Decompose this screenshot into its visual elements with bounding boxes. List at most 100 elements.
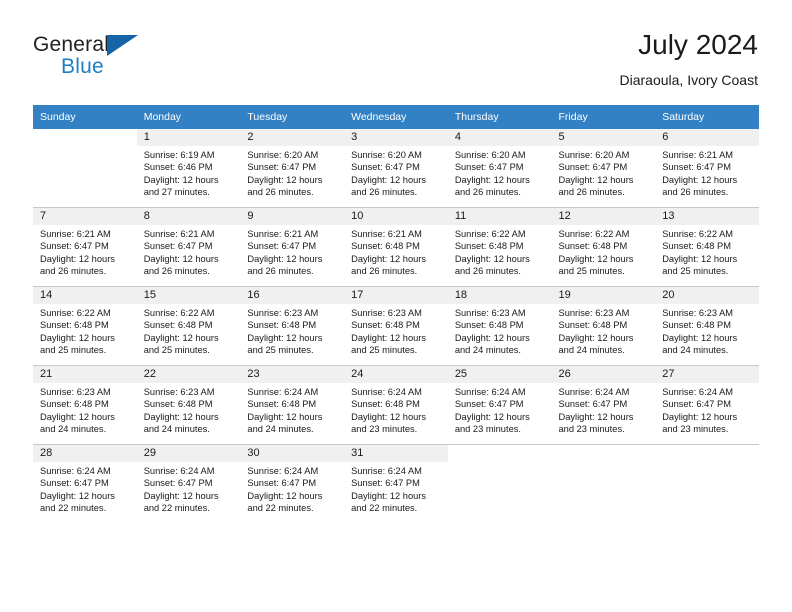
weekday-header-tuesday: Tuesday	[240, 105, 345, 129]
day-cell[interactable]: 3 Sunrise: 6:20 AM Sunset: 6:47 PM Daylight…	[344, 129, 448, 207]
day-cell[interactable]: 23 Sunrise: 6:24 AM Sunset: 6:48 PM Dayligh…	[240, 366, 345, 444]
daylight-text-line2: and 24 minutes.	[558, 345, 625, 356]
day-info: Sunrise: 6:23 AM Sunset: 6:48 PM Daylight:…	[552, 304, 656, 357]
daylight-text-line1: Daylight: 12 hours	[40, 411, 115, 422]
day-cell[interactable]: 11 Sunrise: 6:22 AM Sunset: 6:48 PM Dayligh…	[447, 208, 552, 286]
day-cell[interactable]: 5 Sunrise: 6:20 AM Sunset: 6:47 PM Daylight…	[551, 129, 656, 207]
day-cell[interactable]: 7 Sunrise: 6:21 AM Sunset: 6:47 PM Daylight…	[33, 208, 137, 286]
day-cell[interactable]: 31 Sunrise: 6:24 AM Sunset: 6:47 PM Dayligh…	[344, 445, 448, 523]
day-cell[interactable]: 30 Sunrise: 6:24 AM Sunset: 6:47 PM Dayligh…	[240, 445, 345, 523]
calendar-cell: 18 Sunrise: 6:23 AM Sunset: 6:48 PM Dayligh…	[447, 287, 552, 366]
sunset-text: Sunset: 6:47 PM	[143, 241, 213, 252]
calendar-cell: 4 Sunrise: 6:20 AM Sunset: 6:47 PM Daylight…	[447, 129, 552, 208]
daylight-text-line2: and 23 minutes.	[454, 424, 521, 435]
daylight-text-line1: Daylight: 12 hours	[247, 174, 323, 185]
daylight-text-line2: and 25 minutes.	[143, 345, 210, 356]
day-number: 1	[136, 129, 241, 146]
weekday-header-friday: Friday	[551, 105, 656, 129]
sunrise-text: Sunrise: 6:23 AM	[558, 308, 630, 318]
day-cell[interactable]: 9 Sunrise: 6:21 AM Sunset: 6:47 PM Daylight…	[240, 208, 345, 286]
calendar-week-row: 7 Sunrise: 6:21 AM Sunset: 6:47 PM Daylight…	[33, 207, 759, 287]
day-info: Sunrise: 6:23 AM Sunset: 6:48 PM Daylight:…	[344, 304, 448, 357]
day-cell[interactable]: 16 Sunrise: 6:23 AM Sunset: 6:48 PM Dayligh…	[240, 287, 345, 365]
day-cell[interactable]: 8 Sunrise: 6:21 AM Sunset: 6:47 PM Daylight…	[136, 208, 241, 286]
day-number: 11	[447, 208, 552, 225]
day-cell[interactable]: 28 Sunrise: 6:24 AM Sunset: 6:47 PM Dayligh…	[33, 445, 137, 523]
day-info: Sunrise: 6:24 AM Sunset: 6:47 PM Daylight:…	[552, 383, 656, 436]
calendar-cell: 23 Sunrise: 6:24 AM Sunset: 6:48 PM Dayligh…	[240, 366, 345, 445]
day-info: Sunrise: 6:22 AM Sunset: 6:48 PM Daylight:…	[448, 225, 552, 278]
sunrise-text: Sunrise: 6:20 AM	[351, 150, 422, 160]
day-number: 8	[136, 208, 241, 225]
day-number: 2	[240, 129, 345, 146]
day-cell[interactable]: 17 Sunrise: 6:23 AM Sunset: 6:48 PM Dayligh…	[344, 287, 448, 365]
day-cell[interactable]: 27 Sunrise: 6:24 AM Sunset: 6:47 PM Dayligh…	[655, 366, 759, 444]
day-cell[interactable]: 22 Sunrise: 6:23 AM Sunset: 6:48 PM Dayligh…	[136, 366, 241, 444]
day-cell[interactable]: 13 Sunrise: 6:22 AM Sunset: 6:48 PM Dayligh…	[655, 208, 759, 286]
day-number: 29	[136, 445, 241, 462]
calendar-cell: 12 Sunrise: 6:22 AM Sunset: 6:48 PM Dayligh…	[551, 208, 656, 287]
day-cell[interactable]: 10 Sunrise: 6:21 AM Sunset: 6:48 PM Dayligh…	[344, 208, 448, 286]
day-number: 30	[240, 445, 345, 462]
day-cell[interactable]: 1 Sunrise: 6:19 AM Sunset: 6:46 PM Daylight…	[136, 129, 241, 207]
daylight-text-line2: and 26 minutes.	[351, 266, 418, 277]
day-cell[interactable]: 20 Sunrise: 6:23 AM Sunset: 6:48 PM Dayligh…	[655, 287, 759, 365]
daylight-text-line1: Daylight: 12 hours	[454, 411, 530, 422]
day-cell[interactable]: 24 Sunrise: 6:24 AM Sunset: 6:48 PM Dayligh…	[344, 366, 448, 444]
day-cell[interactable]: 4 Sunrise: 6:20 AM Sunset: 6:47 PM Daylight…	[447, 129, 552, 207]
day-cell[interactable]: 19 Sunrise: 6:23 AM Sunset: 6:48 PM Dayligh…	[551, 287, 656, 365]
sunrise-text: Sunrise: 6:24 AM	[351, 387, 422, 397]
brand-logo[interactable]: General Blue	[33, 28, 293, 86]
day-cell[interactable]: 26 Sunrise: 6:24 AM Sunset: 6:47 PM Dayligh…	[551, 366, 656, 444]
day-cell[interactable]: 15 Sunrise: 6:22 AM Sunset: 6:48 PM Dayligh…	[136, 287, 241, 365]
daylight-text-line1: Daylight: 12 hours	[662, 332, 738, 343]
day-number: 19	[551, 287, 656, 304]
day-cell[interactable]: 2 Sunrise: 6:20 AM Sunset: 6:47 PM Daylight…	[240, 129, 345, 207]
daylight-text-line2: and 26 minutes.	[247, 187, 314, 198]
sunset-text: Sunset: 6:48 PM	[143, 399, 213, 410]
calendar-cell: 9 Sunrise: 6:21 AM Sunset: 6:47 PM Daylight…	[240, 208, 345, 287]
calendar-cell: 28 Sunrise: 6:24 AM Sunset: 6:47 PM Dayligh…	[33, 445, 137, 524]
day-number: 3	[344, 129, 448, 146]
sunrise-text: Sunrise: 6:22 AM	[558, 229, 630, 239]
daylight-text-line2: and 25 minutes.	[558, 266, 625, 277]
sunrise-text: Sunrise: 6:21 AM	[351, 229, 422, 239]
daylight-text-line1: Daylight: 12 hours	[558, 411, 634, 422]
calendar-cell: 8 Sunrise: 6:21 AM Sunset: 6:47 PM Daylight…	[136, 208, 241, 287]
day-info: Sunrise: 6:22 AM Sunset: 6:48 PM Daylight:…	[33, 304, 137, 357]
brand-name-blue: Blue	[61, 55, 104, 78]
day-cell[interactable]: 21 Sunrise: 6:23 AM Sunset: 6:48 PM Dayligh…	[33, 366, 137, 444]
daylight-text-line1: Daylight: 12 hours	[454, 253, 530, 264]
calendar-body: 1 Sunrise: 6:19 AM Sunset: 6:46 PM Daylight…	[33, 129, 759, 523]
calendar-week-row: 14 Sunrise: 6:22 AM Sunset: 6:48 PM Dayligh…	[33, 286, 759, 366]
day-number: 26	[551, 366, 656, 383]
day-info: Sunrise: 6:23 AM Sunset: 6:48 PM Daylight:…	[448, 304, 552, 357]
daylight-text-line2: and 26 minutes.	[143, 266, 210, 277]
daylight-text-line2: and 26 minutes.	[40, 266, 107, 277]
day-info: Sunrise: 6:20 AM Sunset: 6:47 PM Daylight:…	[240, 146, 344, 199]
sunset-text: Sunset: 6:48 PM	[247, 399, 317, 410]
daylight-text-line2: and 25 minutes.	[40, 345, 107, 356]
daylight-text-line2: and 24 minutes.	[247, 424, 314, 435]
day-cell[interactable]: 14 Sunrise: 6:22 AM Sunset: 6:48 PM Dayligh…	[33, 287, 137, 365]
day-cell[interactable]: 18 Sunrise: 6:23 AM Sunset: 6:48 PM Dayligh…	[447, 287, 552, 365]
day-info: Sunrise: 6:24 AM Sunset: 6:47 PM Daylight:…	[655, 383, 759, 436]
weekday-header-wednesday: Wednesday	[344, 105, 448, 129]
sunrise-text: Sunrise: 6:19 AM	[143, 150, 215, 160]
calendar-cell: 22 Sunrise: 6:23 AM Sunset: 6:48 PM Dayligh…	[136, 366, 241, 445]
calendar-cell: 15 Sunrise: 6:22 AM Sunset: 6:48 PM Dayligh…	[136, 287, 241, 366]
day-number: 12	[551, 208, 656, 225]
triangle-icon	[107, 35, 138, 56]
daylight-text-line2: and 23 minutes.	[558, 424, 625, 435]
day-cell[interactable]: 12 Sunrise: 6:22 AM Sunset: 6:48 PM Dayligh…	[551, 208, 656, 286]
calendar-cell: 24 Sunrise: 6:24 AM Sunset: 6:48 PM Dayligh…	[344, 366, 448, 445]
day-cell[interactable]: 25 Sunrise: 6:24 AM Sunset: 6:47 PM Dayligh…	[447, 366, 552, 444]
daylight-text-line2: and 26 minutes.	[247, 266, 314, 277]
sunrise-text: Sunrise: 6:23 AM	[351, 308, 422, 318]
calendar-cell: 19 Sunrise: 6:23 AM Sunset: 6:48 PM Dayligh…	[551, 287, 656, 366]
calendar-cell: 14 Sunrise: 6:22 AM Sunset: 6:48 PM Dayligh…	[33, 287, 137, 366]
sunset-text: Sunset: 6:48 PM	[351, 399, 420, 410]
day-cell[interactable]: 29 Sunrise: 6:24 AM Sunset: 6:47 PM Dayligh…	[136, 445, 241, 523]
sunset-text: Sunset: 6:47 PM	[40, 478, 109, 489]
day-cell[interactable]: 6 Sunrise: 6:21 AM Sunset: 6:47 PM Daylight…	[655, 129, 759, 207]
